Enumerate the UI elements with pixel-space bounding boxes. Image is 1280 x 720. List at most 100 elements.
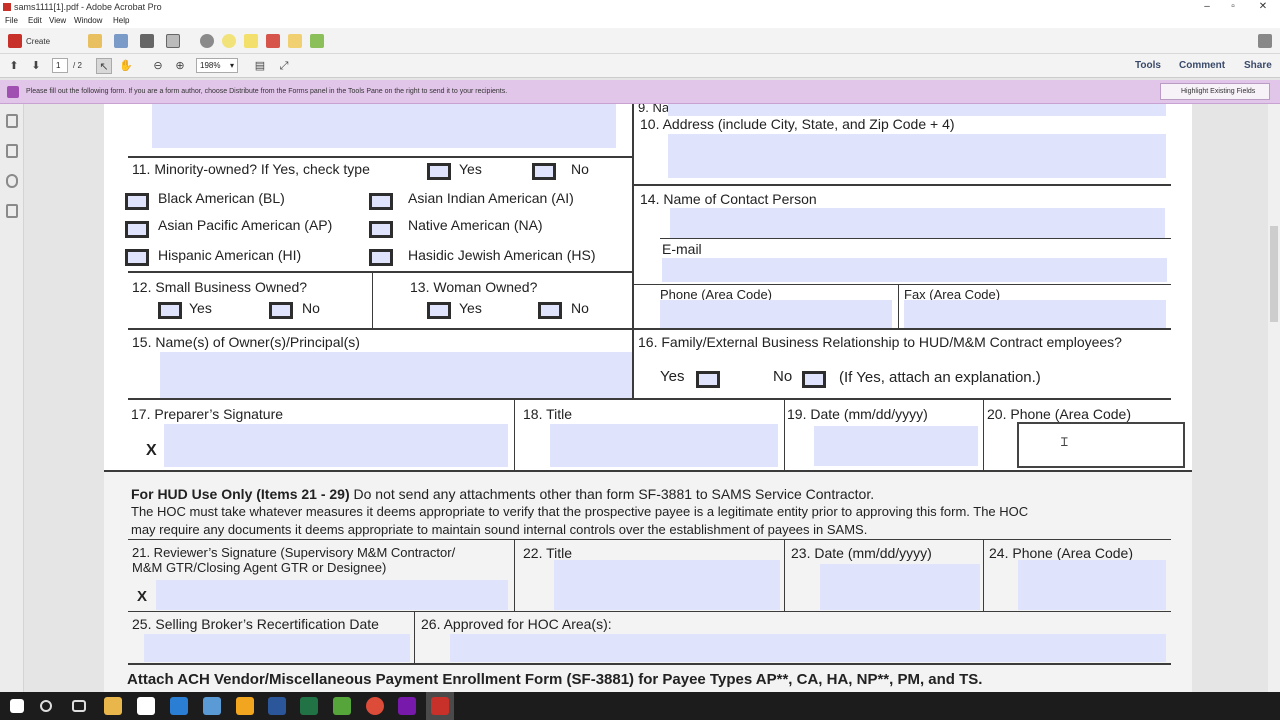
divider [128,271,634,273]
checkbox-ap[interactable] [125,221,149,238]
prev-page-icon[interactable]: ⬆ [6,58,22,74]
zoom-in-icon[interactable]: ⊕ [172,58,188,74]
email-icon[interactable] [166,34,180,48]
field-21-reviewer-signature[interactable] [156,580,508,610]
item17-label: 17. Preparer’s Signature [131,406,284,422]
app-icon[interactable] [333,697,351,715]
chevron-down-icon: ▾ [229,61,234,70]
woman-owned-no-checkbox[interactable] [538,302,562,319]
signatures-icon[interactable] [6,204,18,218]
store-icon[interactable] [137,697,155,715]
field-10-address[interactable] [668,134,1166,178]
settings-icon[interactable] [200,34,214,48]
pages-icon[interactable] [6,114,18,128]
share-file-icon[interactable] [288,34,302,48]
fullscreen-icon[interactable]: ⤢ [276,58,292,74]
checkbox-hs[interactable] [369,249,393,266]
hand-tool-icon[interactable]: ✋ [118,58,134,74]
field-phone[interactable] [660,300,892,328]
highlight-fields-label: Highlight Existing Fields [1181,88,1256,95]
vertical-scrollbar[interactable] [1268,104,1280,692]
fit-page-icon[interactable]: ▤ [252,58,268,74]
task-view-icon[interactable] [72,700,86,712]
field-19-date[interactable] [814,426,978,466]
pdf-page: 9. Name 10. Address (include City, State… [104,104,1192,692]
menu-file[interactable]: File [5,16,18,25]
zoom-out-icon[interactable]: ⊖ [150,58,166,74]
minority-no-checkbox[interactable] [532,163,556,180]
item12-label: 12. Small Business Owned? [132,279,308,295]
search-icon[interactable] [40,700,52,712]
menu-window[interactable]: Window [74,16,102,25]
file-explorer-icon[interactable] [104,697,122,715]
checkbox-ai[interactable] [369,193,393,210]
field-25-recert-date[interactable] [144,634,410,662]
menu-view[interactable]: View [49,16,66,25]
checkbox-na[interactable] [369,221,393,238]
field-17-signature[interactable] [164,424,508,467]
bookmarks-icon[interactable] [6,144,18,158]
share-button[interactable]: Share [1244,60,1272,71]
start-icon[interactable] [10,699,24,713]
photos-icon[interactable] [203,697,221,715]
edge-icon[interactable] [170,697,188,715]
save-icon[interactable] [114,34,128,48]
field-email[interactable] [662,258,1167,282]
main-toolbar: Create [0,28,1280,54]
highlight-icon[interactable] [244,34,258,48]
field-9-name[interactable] [668,104,1166,116]
field-22-title[interactable] [554,560,780,610]
hud-heading: For HUD Use Only (Items 21 - 29) Do not … [131,486,874,502]
comment-button[interactable]: Comment [1179,60,1225,71]
field-23-date[interactable] [820,564,980,610]
acrobat-icon[interactable] [431,697,449,715]
sign-icon[interactable] [266,34,280,48]
divider [983,398,984,470]
hud-heading-rest: Do not send any attachments other than f… [349,486,875,502]
close-button[interactable]: ✕ [1248,0,1278,14]
field-26-hoc-areas[interactable] [450,634,1166,662]
next-page-icon[interactable]: ⬇ [28,58,44,74]
highlight-fields-button[interactable]: Highlight Existing Fields [1160,83,1270,100]
excel-icon[interactable] [300,697,318,715]
field-14-contact[interactable] [670,208,1165,238]
minority-yes-checkbox[interactable] [427,163,451,180]
relationship-no-checkbox[interactable] [802,371,826,388]
field-15-owners[interactable] [160,352,632,398]
small-business-yes-checkbox[interactable] [158,302,182,319]
menu-bar: File Edit View Window Help [0,14,1280,28]
checkbox-hi[interactable] [125,249,149,266]
print-icon[interactable] [140,34,154,48]
attachments-icon[interactable] [6,174,18,188]
field-9-name-left[interactable] [152,104,616,148]
relationship-yes-checkbox[interactable] [696,371,720,388]
export-icon[interactable] [310,34,324,48]
label-hi: Hispanic American (HI) [158,247,302,263]
woman-owned-yes-checkbox[interactable] [427,302,451,319]
field-24-phone[interactable] [1018,560,1166,610]
item20-label: 20. Phone (Area Code) [987,406,1131,422]
page-number-input[interactable]: 1 [52,58,68,73]
expand-icon[interactable] [1258,34,1272,48]
checkbox-bl[interactable] [125,193,149,210]
scrollbar-thumb[interactable] [1270,226,1278,322]
chrome-icon[interactable] [366,697,384,715]
field-18-title[interactable] [550,424,778,467]
onenote-icon[interactable] [398,697,416,715]
word-icon[interactable] [268,697,286,715]
menu-edit[interactable]: Edit [28,16,42,25]
zoom-select[interactable]: 198% ▾ [196,58,238,73]
field-fax[interactable] [904,300,1166,328]
create-button[interactable]: Create [26,37,50,46]
small-business-no-checkbox[interactable] [269,302,293,319]
open-icon[interactable] [88,34,102,48]
field-20-phone[interactable]: Ɪ [1017,422,1185,468]
item18-label: 18. Title [523,406,573,422]
select-tool-icon[interactable]: ↖ [96,58,112,74]
folder-icon[interactable] [236,697,254,715]
create-icon[interactable] [8,34,22,48]
tools-button[interactable]: Tools [1135,60,1161,71]
maximize-button[interactable]: ▫ [1218,0,1248,14]
menu-help[interactable]: Help [113,16,129,25]
comment-icon[interactable] [222,34,236,48]
